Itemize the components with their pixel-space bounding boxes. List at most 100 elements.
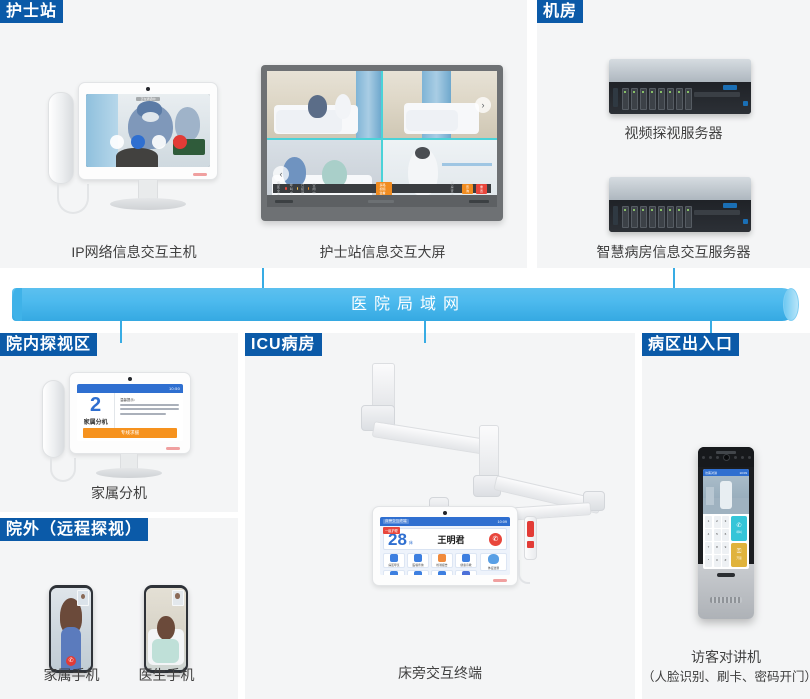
hangup-button[interactable]: ✆ [66,656,76,666]
optical-drive-icon [694,91,740,97]
zone-tag-remote-visit: 院外（远程探视） [0,518,149,541]
status-label-connected: 已接通 [301,182,305,195]
terminal-status-bar: 床旁交互终端 10:09 [380,517,510,526]
keypad-key[interactable]: 8 [713,542,721,554]
pear-call-cord [518,560,530,584]
surgery-scene-image [86,94,210,167]
video-button[interactable] [130,135,145,149]
connector-nurse-station-to-lan [262,268,264,290]
door-station-unlock-button[interactable]: ⚿ 开锁 [731,542,747,567]
keypad-key[interactable]: 6 [722,529,729,541]
tile-guide[interactable]: 病区导览 [383,553,405,568]
live-camera-preview [703,476,749,514]
notice-line [120,408,179,411]
caption-ip-intercom-terminal: IP网络信息交互主机 [71,244,197,260]
keypad-key[interactable]: 7 [705,542,712,554]
keypad-key[interactable]: 5 [713,529,721,541]
caption-door-station: 访客对讲机 [691,649,761,665]
keypad-key[interactable]: 1 [705,516,712,528]
device-wall-display: › ‹ 病区全览 呼叫中 已接通 空闲 [261,65,503,221]
tile-label: 健康宣教 [460,563,472,567]
wall-display-bezel-controls[interactable] [267,195,497,207]
server-led-icon [743,218,749,225]
tile-video-visit[interactable]: 视频探视 [455,570,477,575]
tile-nurse-call[interactable]: 呼叫护士 [407,570,429,575]
display-cell[interactable] [267,71,381,138]
hangup-button[interactable] [172,135,187,149]
keypad-key[interactable]: 3 [722,516,729,528]
doctor-mobile-screen [146,588,186,670]
guide-icon [390,554,398,562]
device-family-mobile: ✆ [49,585,93,673]
monitor-base [110,198,186,210]
phone-notch [160,585,172,588]
zone-tag-ward-entrance: 病区出入口 [642,333,740,356]
speaker-button[interactable] [151,135,166,149]
mute-button[interactable] [109,135,124,149]
keypad-key[interactable]: 0 [713,555,721,567]
display-cell[interactable]: › [383,71,497,138]
bill-icon [390,571,398,575]
caption-ward-info-server: 智慧病房信息交互服务器 [596,244,751,260]
server-latch-icon [613,205,619,225]
self-view-pip [172,590,184,606]
tile-education[interactable]: 健康宣教 [455,553,477,568]
education-icon [462,554,470,562]
door-station-call-button[interactable]: ✆ 呼叫 [731,516,747,541]
connector-lan-to-in-hospital-visit [120,321,122,343]
camera-icon [128,377,132,381]
phone-call-icon[interactable]: ✆ [489,532,502,546]
lan-bus-label: 医院局域网 [350,296,466,313]
multi-video-button[interactable]: 多路视频监看 [375,181,392,196]
vitals-panel[interactable]: 体征监测 [480,553,507,571]
bezel-buttons-icon [469,199,489,203]
tile-notice[interactable]: 入院须知 [431,570,453,575]
tile-order[interactable]: 医嘱查询 [407,553,429,568]
tile-bill[interactable]: 费用清单 [383,570,405,575]
device-family-extension: 10:50 2 家属分机 温馨提示： 专线求援 [38,370,198,482]
connector-server-room-to-lan [673,268,675,290]
emergency-line-button[interactable]: 专线求援 [83,428,177,438]
family-mobile-screen: ✆ [51,588,91,670]
phone-notch [65,585,77,588]
wall-display-grid: › ‹ 病区全览 呼叫中 已接通 空闲 [267,71,497,207]
keypad-key[interactable]: * [705,555,712,567]
keypad-key[interactable]: # [722,555,729,567]
power-indicator-icon [275,199,293,203]
notice-title: 温馨提示： [120,398,138,402]
keypad-key[interactable]: 4 [705,529,712,541]
prev-page-arrow-icon[interactable]: ‹ [273,165,289,182]
door-station-brand-logo [716,451,736,454]
human-body-icon [488,554,499,564]
handset-icon [42,380,65,458]
zone-tag-in-hospital-visit: 院内探视区 [0,333,98,356]
caption-bedside-terminal: 床旁交互终端 [398,665,482,681]
status-bar: 10:50 [77,384,183,393]
pear-push-call-button[interactable] [524,516,537,560]
status-dot-connected [296,187,299,190]
tile-report[interactable]: 检验报告 [431,553,453,568]
keypad[interactable]: 1 2 3 4 5 6 7 8 9 * 0 # [705,516,729,567]
terminal-time: 10:09 [497,519,507,524]
search-button[interactable]: 查询 [461,183,473,194]
door-station-sensor-strip [698,447,754,467]
tile-label: 检验报告 [436,563,448,567]
notice-panel: 温馨提示： [115,393,183,428]
patient-summary: 28 床 王明君 ✆ [383,528,507,550]
secondary-call-key[interactable] [527,541,534,548]
caption-family-extension: 家属分机 [91,485,147,501]
keypad-key[interactable]: 2 [713,516,721,528]
drive-bays-icon [621,87,692,110]
status-label-calling: 呼叫中 [289,182,293,195]
status-led [193,173,207,176]
door-station-screen: 访客对讲 10:09 1 2 3 4 5 6 7 8 9 * 0 # ✆ 呼叫 … [703,469,749,569]
next-page-arrow-icon[interactable]: › [475,96,491,113]
door-station-time: 10:09 [739,470,747,475]
emergency-call-key[interactable] [527,521,534,537]
call-label: 呼叫 [736,530,742,534]
status-led [493,579,507,582]
reset-button[interactable]: 重置 [475,183,487,194]
keypad-key[interactable]: 9 [722,542,729,554]
wall-display-toolbar[interactable]: 病区全览 呼叫中 已接通 空闲中 多路视频监看 病房查询 查询 重置 [273,181,491,197]
monitor-neck [138,180,158,200]
